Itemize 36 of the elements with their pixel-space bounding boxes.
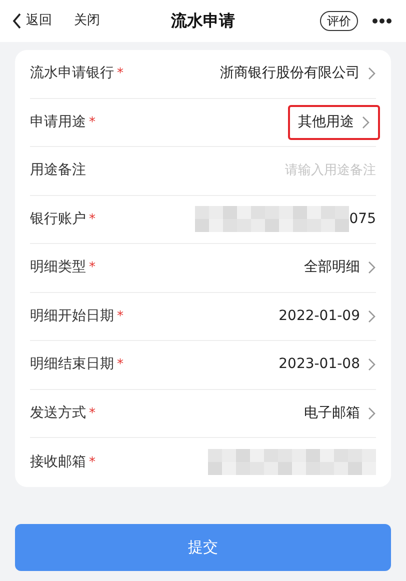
chevron-icon [362, 116, 370, 129]
more-icon[interactable] [372, 18, 392, 24]
required-mark: * [117, 308, 124, 326]
select-field[interactable]: 2022-01-09 [278, 306, 376, 327]
required-mark: * [89, 259, 96, 277]
required-mark: * [117, 65, 124, 83]
page-title: 流水申请 [171, 10, 235, 32]
chevron-icon [368, 406, 376, 420]
chevron-icon [368, 358, 376, 372]
field-label: 明细开始日期 [30, 306, 114, 326]
field-label: 接收邮箱 [30, 452, 86, 472]
select-field[interactable]: 2023-01-08 [278, 354, 376, 376]
required-mark: * [89, 114, 96, 132]
field-label: 银行账户 [30, 210, 86, 229]
field-label: 发送方式 [30, 404, 86, 423]
close-button[interactable]: 关闭 [74, 11, 100, 31]
field-label: 明细结束日期 [30, 355, 114, 374]
chevron-icon [368, 67, 376, 80]
field-label: 流水申请银行 [30, 64, 114, 84]
required-mark: * [89, 210, 96, 228]
back-icon [12, 13, 22, 29]
rate-button[interactable]: 评价 [320, 11, 358, 31]
chevron-icon [368, 261, 376, 274]
required-mark: * [117, 356, 124, 374]
select-field[interactable]: 浙商银行股份有限公司 [220, 63, 376, 84]
required-mark: * [89, 404, 96, 422]
back-button[interactable]: 返回 [12, 11, 52, 31]
field-label: 用途备注 [30, 161, 86, 180]
field-label: 申请用途 [30, 112, 86, 132]
remark-input[interactable]: 请输入用途备注 [216, 161, 376, 180]
account-suffix: 075 [349, 210, 376, 229]
chevron-icon [368, 310, 376, 323]
required-mark: * [89, 454, 96, 472]
field-label: 明细类型 [30, 258, 86, 278]
select-field[interactable]: 电子邮箱 [304, 402, 376, 424]
select-field[interactable]: 全部明细 [304, 257, 376, 278]
